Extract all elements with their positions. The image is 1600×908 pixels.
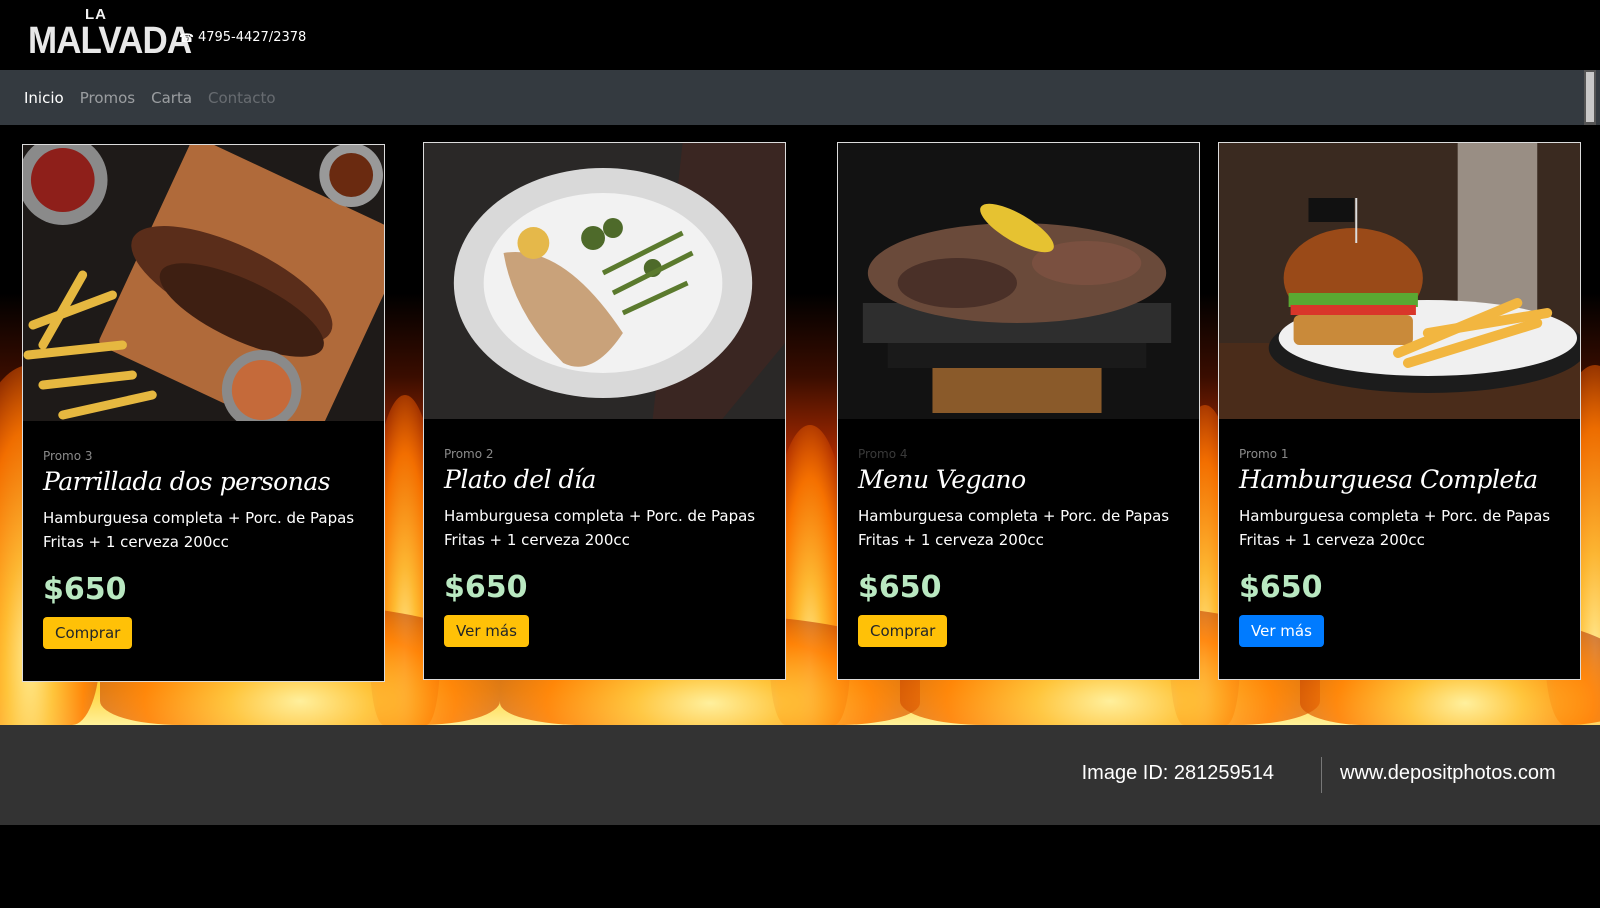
card-body: Promo 1 Hamburguesa Completa Hamburguesa… bbox=[1239, 447, 1568, 647]
phone-icon: ☎ bbox=[179, 30, 194, 45]
card-subtitle: Promo 2 bbox=[444, 447, 494, 461]
bottom-area bbox=[0, 825, 1600, 908]
card-price: $650 bbox=[43, 572, 127, 607]
navbar: Inicio Promos Carta Contacto bbox=[0, 70, 1600, 125]
promo-card: Promo 2 Plato del día Hamburguesa comple… bbox=[423, 142, 786, 680]
brand-logo[interactable]: LA MALVADA bbox=[28, 6, 192, 64]
nav-menu: Inicio Promos Carta Contacto bbox=[24, 70, 276, 125]
comprar-button[interactable]: Comprar bbox=[858, 615, 948, 647]
card-description: Hamburguesa completa + Porc. de Papas Fr… bbox=[444, 507, 756, 549]
nav-item-contacto: Contacto bbox=[208, 88, 276, 107]
card-title: Plato del día bbox=[444, 465, 596, 494]
ver-mas-button[interactable]: Ver más bbox=[1239, 615, 1324, 647]
page-scrollbar[interactable] bbox=[1584, 70, 1596, 125]
card-image-vegano bbox=[838, 143, 1199, 419]
watermark-band: Image ID: 281259514 www.depositphotos.co… bbox=[0, 725, 1600, 825]
watermark-divider bbox=[1321, 757, 1322, 793]
card-description: Hamburguesa completa + Porc. de Papas Fr… bbox=[43, 509, 355, 551]
ver-mas-button[interactable]: Ver más bbox=[444, 615, 529, 647]
promo-card: Promo 3 Parrillada dos personas Hamburgu… bbox=[22, 144, 385, 682]
nav-item-promos[interactable]: Promos bbox=[80, 89, 135, 107]
card-body: Promo 4 Menu Vegano Hamburguesa completa… bbox=[858, 447, 1187, 647]
scrollbar-thumb[interactable] bbox=[1586, 72, 1594, 122]
phone-number: 4795-4427/2378 bbox=[197, 30, 307, 45]
card-body: Promo 2 Plato del día Hamburguesa comple… bbox=[444, 447, 773, 647]
card-image-plato bbox=[424, 143, 785, 419]
card-subtitle: Promo 1 bbox=[1239, 447, 1289, 461]
card-price: $650 bbox=[1239, 570, 1323, 605]
card-image-hamburguesa bbox=[1219, 143, 1580, 419]
comprar-button[interactable]: Comprar bbox=[43, 617, 133, 649]
card-subtitle: Promo 3 bbox=[43, 449, 93, 463]
card-title: Parrillada dos personas bbox=[43, 467, 331, 496]
card-price: $650 bbox=[858, 570, 942, 605]
card-title: Menu Vegano bbox=[858, 465, 1026, 494]
nav-item-carta[interactable]: Carta bbox=[151, 89, 192, 107]
promo-card: Promo 4 Menu Vegano Hamburguesa completa… bbox=[837, 142, 1200, 680]
nav-item-inicio[interactable]: Inicio bbox=[24, 89, 64, 107]
card-description: Hamburguesa completa + Porc. de Papas Fr… bbox=[858, 507, 1170, 549]
watermark-site: www.depositphotos.com bbox=[1340, 762, 1556, 784]
card-body: Promo 3 Parrillada dos personas Hamburgu… bbox=[43, 449, 372, 649]
card-price: $650 bbox=[444, 570, 528, 605]
card-image-parrillada bbox=[23, 145, 384, 421]
card-subtitle: Promo 4 bbox=[858, 447, 908, 461]
phone-contact: ☎ 4795-4427/2378 bbox=[179, 30, 306, 45]
card-title: Hamburguesa Completa bbox=[1239, 465, 1538, 494]
promo-card: Promo 1 Hamburguesa Completa Hamburguesa… bbox=[1218, 142, 1581, 680]
card-description: Hamburguesa completa + Porc. de Papas Fr… bbox=[1239, 507, 1551, 549]
watermark-image-id: Image ID: 281259514 bbox=[1081, 762, 1274, 784]
logo-name: MALVADA bbox=[28, 20, 192, 62]
top-header: LA MALVADA ☎ 4795-4427/2378 bbox=[0, 0, 1600, 70]
